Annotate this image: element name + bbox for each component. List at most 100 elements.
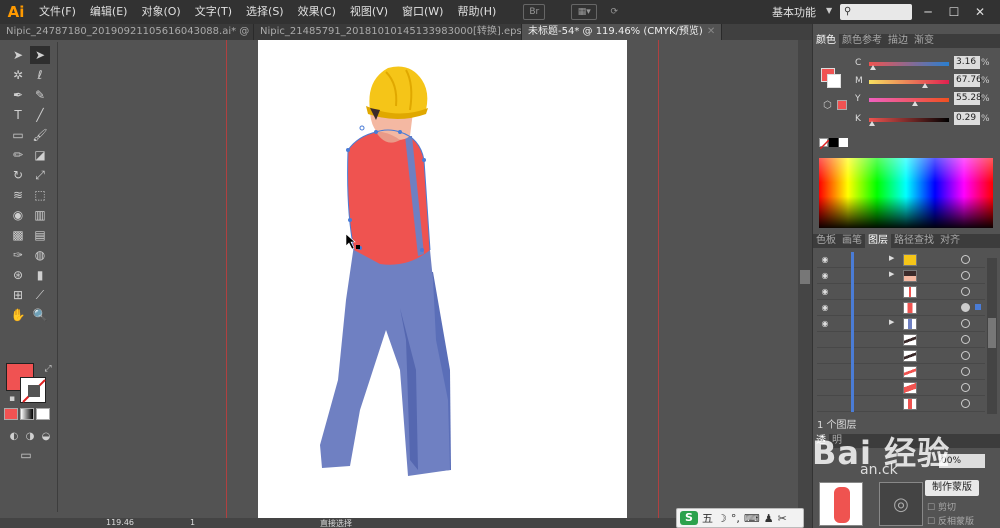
- lasso-tool-icon[interactable]: ℓ: [30, 66, 50, 84]
- expand-triangle-icon[interactable]: ▶: [889, 254, 894, 262]
- scale-tool-icon[interactable]: ⤢: [30, 166, 50, 184]
- menu-object[interactable]: 对象(O): [134, 0, 187, 24]
- target-icon[interactable]: [961, 351, 970, 360]
- slider-yellow[interactable]: Y 55.28 %: [821, 92, 997, 106]
- perspective-grid-tool-icon[interactable]: ▥: [30, 206, 50, 224]
- tab-brushes[interactable]: 画笔: [839, 234, 865, 248]
- target-icon[interactable]: [961, 271, 970, 280]
- white-swatch[interactable]: [839, 138, 848, 147]
- layer-row[interactable]: [817, 396, 985, 412]
- paintbrush-tool-icon[interactable]: 🖌: [30, 126, 50, 144]
- layer-row[interactable]: ◉ ▶: [817, 268, 985, 284]
- tab-layers[interactable]: 图层: [865, 234, 891, 248]
- slider-magenta[interactable]: M 67.76 %: [821, 74, 997, 88]
- menu-effect[interactable]: 效果(C): [291, 0, 343, 24]
- screen-mode-icon[interactable]: ▭: [16, 446, 36, 464]
- layer-row[interactable]: ◉ ▶: [817, 316, 985, 332]
- close-button[interactable]: ✕: [970, 3, 990, 21]
- tab-document-2[interactable]: Nipic_21485791_20181010145133983000[转换].…: [254, 24, 522, 40]
- layer-row[interactable]: ◉ ▶: [817, 252, 985, 268]
- layer-row[interactable]: ◉: [817, 284, 985, 300]
- menu-edit[interactable]: 编辑(E): [83, 0, 135, 24]
- close-icon[interactable]: ✕: [707, 26, 715, 37]
- tab-color[interactable]: 颜色: [813, 34, 839, 48]
- target-icon[interactable]: [961, 383, 970, 392]
- zoom-field[interactable]: 119.46: [106, 518, 134, 527]
- menu-file[interactable]: 文件(F): [32, 0, 83, 24]
- ime-mode[interactable]: 五: [702, 510, 713, 526]
- layers-scrollbar[interactable]: [987, 258, 997, 414]
- gpu-performance-icon[interactable]: ⟳: [603, 4, 625, 20]
- bridge-button[interactable]: Br: [523, 4, 546, 20]
- target-icon[interactable]: [961, 255, 970, 264]
- width-tool-icon[interactable]: ≋: [8, 186, 28, 204]
- type-tool-icon[interactable]: T: [8, 106, 28, 124]
- rotate-tool-icon[interactable]: ↻: [8, 166, 28, 184]
- tab-document-3[interactable]: 未标题-54* @ 119.46% (CMYK/预览) ✕: [522, 24, 722, 40]
- visibility-eye-icon[interactable]: ◉: [819, 318, 831, 330]
- curvature-tool-icon[interactable]: ✎: [30, 86, 50, 104]
- artboard[interactable]: [258, 40, 627, 518]
- mesh-tool-icon[interactable]: ▩: [8, 226, 28, 244]
- moon-icon[interactable]: ☽: [717, 512, 727, 525]
- search-input[interactable]: ⚲: [840, 4, 912, 20]
- artboard-navigator[interactable]: 1: [190, 518, 195, 527]
- minimize-button[interactable]: ─: [918, 3, 938, 21]
- menu-type[interactable]: 文字(T): [188, 0, 239, 24]
- menu-window[interactable]: 窗口(W): [395, 0, 450, 24]
- arrange-documents-icon[interactable]: ▦▾: [571, 4, 598, 20]
- maximize-button[interactable]: ☐: [944, 3, 964, 21]
- keyboard-icon[interactable]: ⌨: [744, 512, 760, 525]
- free-transform-tool-icon[interactable]: ⬚: [30, 186, 50, 204]
- target-icon[interactable]: [961, 287, 970, 296]
- tab-align[interactable]: 对齐: [937, 234, 963, 248]
- column-graph-tool-icon[interactable]: ▮: [30, 266, 50, 284]
- visibility-eye-icon[interactable]: ◉: [819, 270, 831, 282]
- pencil-tool-icon[interactable]: ✏: [8, 146, 28, 164]
- layer-row[interactable]: [817, 332, 985, 348]
- magic-wand-tool-icon[interactable]: ✲: [8, 66, 28, 84]
- visibility-eye-icon[interactable]: ◉: [819, 254, 831, 266]
- swap-colors-icon[interactable]: ⤢: [38, 360, 58, 378]
- make-mask-button[interactable]: 制作蒙版: [925, 480, 979, 496]
- visibility-eye-icon[interactable]: ◉: [819, 286, 831, 298]
- slider-black[interactable]: K 0.29 %: [821, 112, 997, 126]
- expand-triangle-icon[interactable]: ▶: [889, 318, 894, 326]
- target-icon[interactable]: [961, 303, 970, 312]
- tab-color-guide[interactable]: 颜色参考: [839, 34, 885, 48]
- direct-selection-tool-icon[interactable]: ➤: [30, 46, 50, 64]
- blend-tool-icon[interactable]: ◍: [30, 246, 50, 264]
- hand-tool-icon[interactable]: ✋: [8, 306, 28, 324]
- selection-indicator[interactable]: [975, 304, 981, 310]
- ime-logo[interactable]: S: [680, 511, 698, 525]
- tab-document-1[interactable]: Nipic_24787180_20190921105616043088.ai* …: [0, 24, 254, 40]
- tools-icon[interactable]: ✂: [778, 512, 787, 525]
- draw-inside-icon[interactable]: ◒: [36, 428, 56, 446]
- layer-row[interactable]: [817, 380, 985, 396]
- vertical-scrollbar[interactable]: [798, 40, 812, 518]
- expand-triangle-icon[interactable]: ▶: [889, 270, 894, 278]
- target-icon[interactable]: [961, 319, 970, 328]
- tab-swatches[interactable]: 色板: [813, 234, 839, 248]
- black-swatch[interactable]: [829, 138, 838, 147]
- layer-row-selected[interactable]: ◉: [817, 300, 985, 316]
- slider-cyan[interactable]: C 3.16 %: [821, 56, 997, 70]
- clip-checkbox[interactable]: ☐ 剪切: [927, 500, 956, 513]
- slice-tool-icon[interactable]: ⟋: [30, 286, 50, 304]
- menu-view[interactable]: 视图(V): [343, 0, 395, 24]
- target-icon[interactable]: [961, 399, 970, 408]
- eraser-tool-icon[interactable]: ◪: [30, 146, 50, 164]
- target-icon[interactable]: [961, 335, 970, 344]
- stroke-color-swatch[interactable]: [20, 377, 46, 403]
- selection-tool-icon[interactable]: ➤: [8, 46, 28, 64]
- symbol-sprayer-tool-icon[interactable]: ⊛: [8, 266, 28, 284]
- rectangle-tool-icon[interactable]: ▭: [8, 126, 28, 144]
- line-tool-icon[interactable]: ╱: [30, 106, 50, 124]
- gradient-mode-icon[interactable]: [20, 408, 34, 420]
- pen-tool-icon[interactable]: ✒: [8, 86, 28, 104]
- workspace-switcher[interactable]: 基本功能: [772, 4, 816, 20]
- eyedropper-tool-icon[interactable]: ✑: [8, 246, 28, 264]
- tab-pathfinder[interactable]: 路径查找: [891, 234, 937, 248]
- color-mode-icon[interactable]: [4, 408, 18, 420]
- punctuation-icon[interactable]: °,: [731, 512, 740, 525]
